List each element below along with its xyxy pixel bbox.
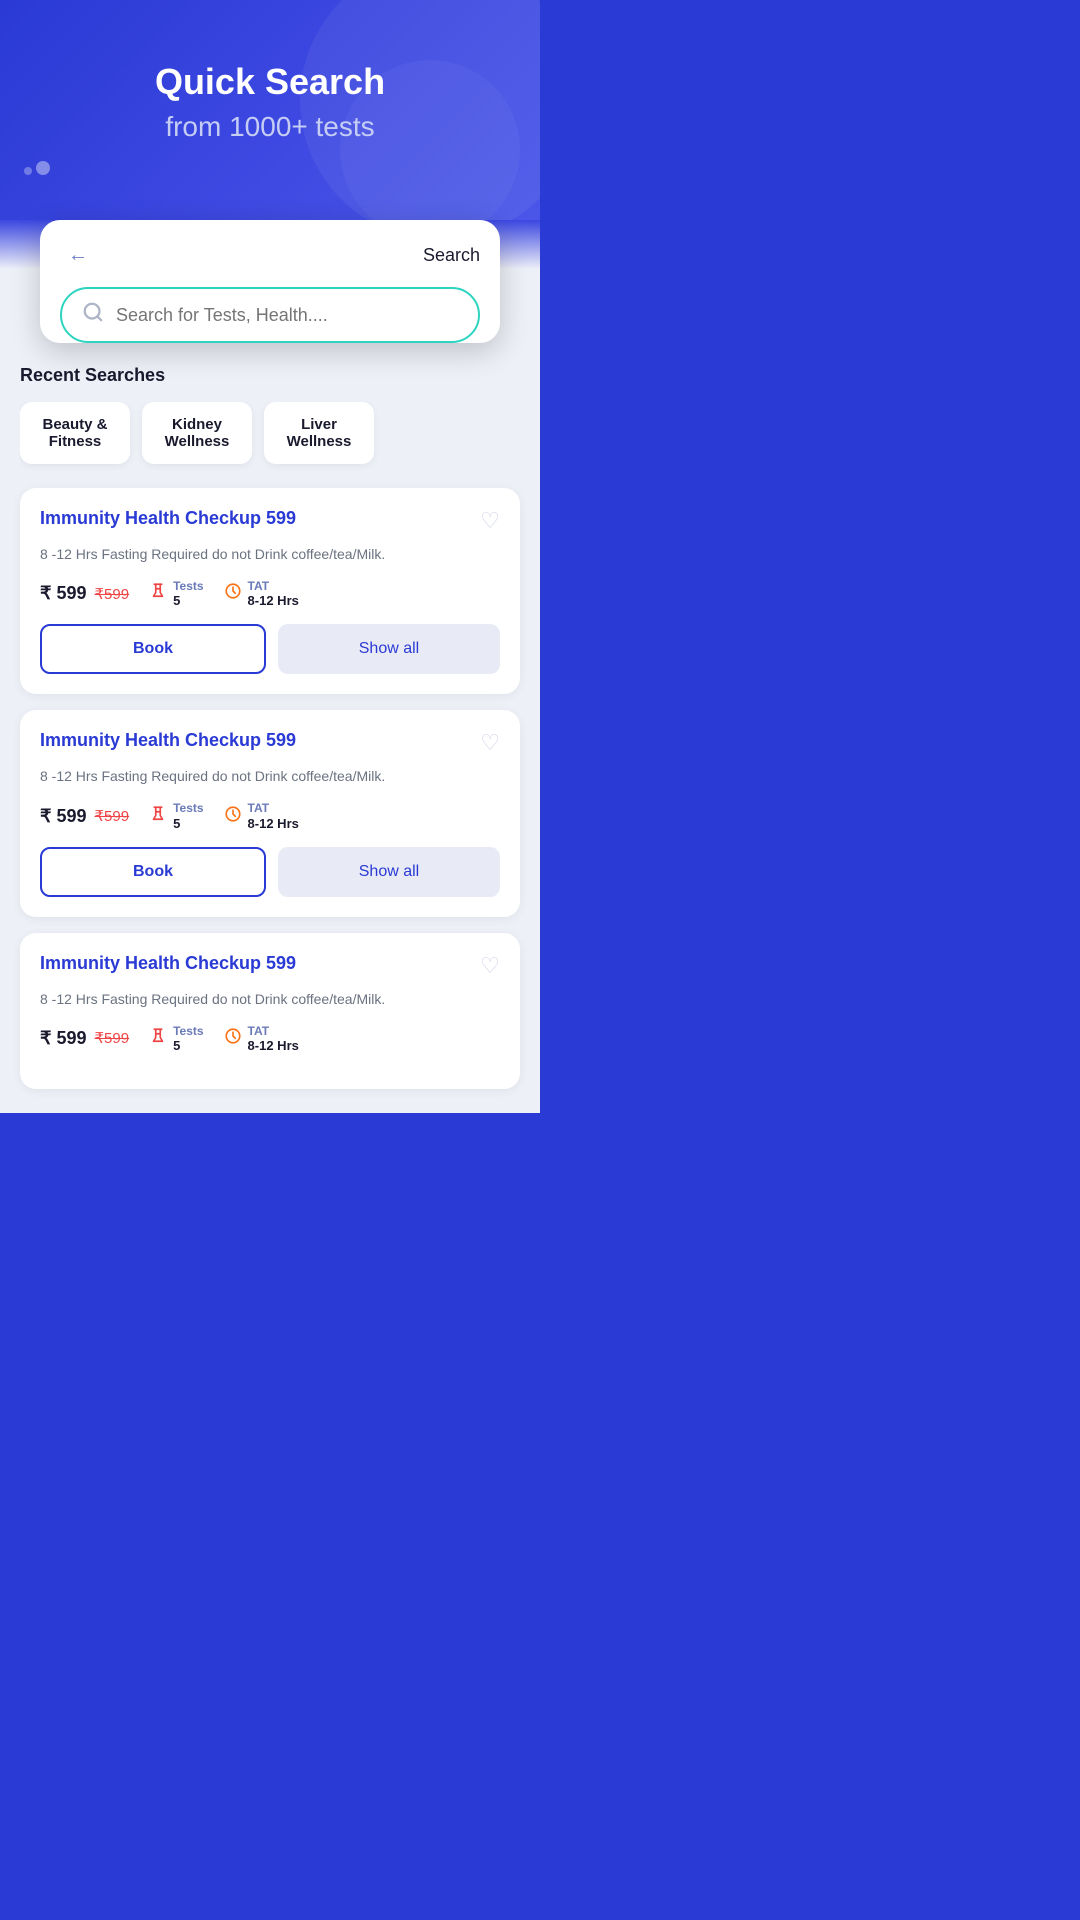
- test-tube-icon-3: [149, 1027, 167, 1050]
- chip-liver-wellness[interactable]: LiverWellness: [264, 402, 374, 464]
- heart-icon-1[interactable]: ♡: [480, 508, 500, 534]
- content-section: Recent Searches Beauty &Fitness KidneyWe…: [0, 341, 540, 1113]
- health-card-3: Immunity Health Checkup 599 ♡ 8 -12 Hrs …: [20, 933, 520, 1089]
- tests-label-2: Tests: [173, 801, 203, 815]
- search-card: ← Search: [40, 220, 500, 343]
- tat-label-2: TAT: [248, 801, 299, 815]
- back-icon: ←: [68, 244, 88, 266]
- tests-label-3: Tests: [173, 1024, 203, 1038]
- tat-text-3: TAT 8-12 Hrs: [248, 1024, 299, 1053]
- tests-label-1: Tests: [173, 579, 203, 593]
- price-section-1: ₹ 599 ₹599: [40, 583, 129, 604]
- card-desc-1: 8 -12 Hrs Fasting Required do not Drink …: [40, 544, 500, 565]
- tat-text-2: TAT 8-12 Hrs: [248, 801, 299, 830]
- chips-row: Beauty &Fitness KidneyWellness LiverWell…: [20, 402, 520, 472]
- tat-value-2: 8-12 Hrs: [248, 816, 299, 831]
- card-header-2: Immunity Health Checkup 599 ♡: [40, 730, 500, 756]
- tat-meta-1: TAT 8-12 Hrs: [224, 579, 299, 608]
- tat-value-1: 8-12 Hrs: [248, 593, 299, 608]
- tat-label-1: TAT: [248, 579, 299, 593]
- back-button[interactable]: ←: [60, 240, 96, 271]
- search-card-header: ← Search: [60, 240, 480, 287]
- clock-icon-3: [224, 1027, 242, 1050]
- card-actions-1: Book Show all: [40, 624, 500, 674]
- hero-section: Quick Search from 1000+ tests: [0, 0, 540, 220]
- tests-meta-2: Tests 5: [149, 801, 203, 830]
- price-original-3: ₹599: [95, 1029, 130, 1047]
- tests-meta-3: Tests 5: [149, 1024, 203, 1053]
- card-header-3: Immunity Health Checkup 599 ♡: [40, 953, 500, 979]
- chip-kidney-wellness[interactable]: KidneyWellness: [142, 402, 252, 464]
- price-original-1: ₹599: [95, 585, 130, 603]
- price-section-3: ₹ 599 ₹599: [40, 1028, 129, 1049]
- heart-icon-3[interactable]: ♡: [480, 953, 500, 979]
- tests-value-2: 5: [173, 816, 203, 831]
- card-title-1: Immunity Health Checkup 599: [40, 508, 470, 529]
- search-input[interactable]: [116, 305, 458, 326]
- page-wrapper: Quick Search from 1000+ tests ← Search: [0, 0, 540, 1113]
- test-tube-icon-2: [149, 805, 167, 828]
- dot-large: [36, 161, 50, 175]
- book-button-1[interactable]: Book: [40, 624, 266, 674]
- clock-icon-1: [224, 582, 242, 605]
- search-icon: [82, 301, 104, 329]
- show-all-button-1[interactable]: Show all: [278, 624, 500, 674]
- card-desc-3: 8 -12 Hrs Fasting Required do not Drink …: [40, 989, 500, 1010]
- search-label-text: Search: [423, 245, 480, 266]
- show-all-button-2[interactable]: Show all: [278, 847, 500, 897]
- price-section-2: ₹ 599 ₹599: [40, 806, 129, 827]
- card-header-1: Immunity Health Checkup 599 ♡: [40, 508, 500, 534]
- tests-text-3: Tests 5: [173, 1024, 203, 1053]
- price-original-2: ₹599: [95, 807, 130, 825]
- dot-small-1: [24, 167, 32, 175]
- tests-value-1: 5: [173, 593, 203, 608]
- tests-text-1: Tests 5: [173, 579, 203, 608]
- price-current-2: ₹ 599: [40, 806, 87, 827]
- card-meta-2: ₹ 599 ₹599 Tests 5: [40, 801, 500, 830]
- tests-meta-1: Tests 5: [149, 579, 203, 608]
- tests-text-2: Tests 5: [173, 801, 203, 830]
- book-button-2[interactable]: Book: [40, 847, 266, 897]
- tat-value-3: 8-12 Hrs: [248, 1038, 299, 1053]
- tat-text-1: TAT 8-12 Hrs: [248, 579, 299, 608]
- price-current-1: ₹ 599: [40, 583, 87, 604]
- recent-searches-title: Recent Searches: [20, 365, 520, 386]
- card-desc-2: 8 -12 Hrs Fasting Required do not Drink …: [40, 766, 500, 787]
- tat-meta-2: TAT 8-12 Hrs: [224, 801, 299, 830]
- health-card-1: Immunity Health Checkup 599 ♡ 8 -12 Hrs …: [20, 488, 520, 694]
- search-input-wrapper[interactable]: [60, 287, 480, 343]
- card-title-2: Immunity Health Checkup 599: [40, 730, 470, 751]
- dots-decoration: [20, 161, 50, 180]
- price-current-3: ₹ 599: [40, 1028, 87, 1049]
- chip-beauty-fitness[interactable]: Beauty &Fitness: [20, 402, 130, 464]
- card-meta-3: ₹ 599 ₹599 Tests 5: [40, 1024, 500, 1053]
- hero-title: Quick Search: [40, 60, 500, 103]
- tat-meta-3: TAT 8-12 Hrs: [224, 1024, 299, 1053]
- hero-subtitle: from 1000+ tests: [40, 111, 500, 143]
- card-meta-1: ₹ 599 ₹599 Tests 5: [40, 579, 500, 608]
- card-title-3: Immunity Health Checkup 599: [40, 953, 470, 974]
- tests-value-3: 5: [173, 1038, 203, 1053]
- card-actions-2: Book Show all: [40, 847, 500, 897]
- heart-icon-2[interactable]: ♡: [480, 730, 500, 756]
- test-tube-icon-1: [149, 582, 167, 605]
- health-card-2: Immunity Health Checkup 599 ♡ 8 -12 Hrs …: [20, 710, 520, 916]
- clock-icon-2: [224, 805, 242, 828]
- tat-label-3: TAT: [248, 1024, 299, 1038]
